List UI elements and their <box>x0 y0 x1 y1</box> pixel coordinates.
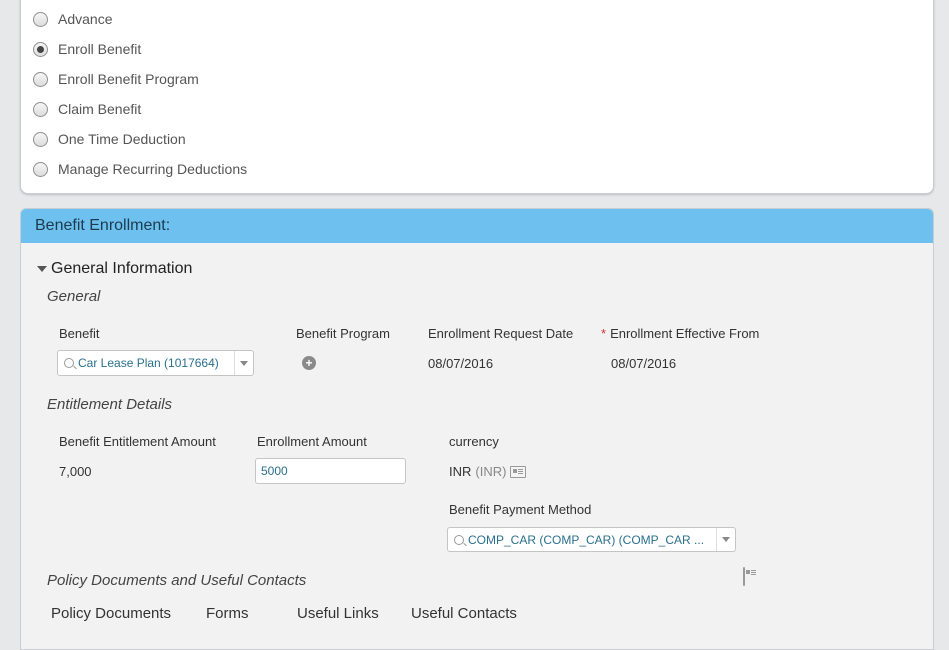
details-card-icon[interactable] <box>743 567 745 586</box>
general-information-toggle[interactable]: General Information <box>37 260 192 278</box>
option-label: Enroll Benefit <box>58 41 142 57</box>
benefit-label: Benefit <box>59 326 100 341</box>
chevron-down-icon[interactable] <box>234 351 253 375</box>
effective-from-value: 08/07/2016 <box>611 356 677 371</box>
radio-button[interactable] <box>33 101 48 117</box>
chevron-down-icon[interactable] <box>716 528 735 551</box>
payment-method-value: COMP_CAR (COMP_CAR) (COMP_CAR ... <box>468 532 705 547</box>
radio-button[interactable] <box>33 131 48 147</box>
general-subtitle: General <box>47 288 101 305</box>
action-options-card: Advance Enroll Benefit Enroll Benefit Pr… <box>20 0 934 194</box>
entitlement-amount-label: Benefit Entitlement Amount <box>59 434 216 449</box>
benefit-program-label: Benefit Program <box>296 326 390 341</box>
currency-value: INR (INR) <box>449 464 527 479</box>
benefit-combobox[interactable]: Car Lease Plan (1017664) <box>57 350 254 376</box>
request-date-value: 08/07/2016 <box>428 356 494 371</box>
tab-policy-documents[interactable]: Policy Documents <box>51 605 171 622</box>
currency-label: currency <box>449 434 499 449</box>
collapse-triangle-icon[interactable] <box>37 266 47 272</box>
option-label: Advance <box>58 11 113 27</box>
request-date-label: Enrollment Request Date <box>428 326 574 341</box>
tab-forms[interactable]: Forms <box>206 605 249 622</box>
radio-button[interactable] <box>33 71 48 87</box>
entitlement-subtitle: Entitlement Details <box>47 396 173 413</box>
benefit-enrollment-panel: Benefit Enrollment: General Information … <box>20 208 934 650</box>
payment-method-combobox[interactable]: COMP_CAR (COMP_CAR) (COMP_CAR ... <box>447 527 736 552</box>
payment-method-label: Benefit Payment Method <box>449 502 592 517</box>
currency-detail: (INR) <box>475 464 507 479</box>
search-icon <box>454 534 464 545</box>
radio-button[interactable] <box>33 161 48 177</box>
required-asterisk: * <box>601 326 607 341</box>
entitlement-amount-value: 7,000 <box>59 464 92 479</box>
option-label: Claim Benefit <box>58 101 142 117</box>
option-advance[interactable]: Advance <box>33 8 112 30</box>
option-claim-benefit[interactable]: Claim Benefit <box>33 98 141 120</box>
option-enroll-benefit-program[interactable]: Enroll Benefit Program <box>33 68 199 90</box>
policy-subtitle: Policy Documents and Useful Contacts <box>47 572 307 589</box>
option-label: One Time Deduction <box>58 131 186 147</box>
radio-button-selected[interactable] <box>33 41 48 57</box>
option-enroll-benefit[interactable]: Enroll Benefit <box>33 38 141 60</box>
radio-button[interactable] <box>33 11 48 27</box>
option-manage-recurring-deductions[interactable]: Manage Recurring Deductions <box>33 158 247 180</box>
option-one-time-deduction[interactable]: One Time Deduction <box>33 128 186 150</box>
enrollment-amount-label: Enrollment Amount <box>257 434 367 449</box>
tab-useful-contacts[interactable]: Useful Contacts <box>411 605 517 622</box>
tab-useful-links[interactable]: Useful Links <box>297 605 379 622</box>
add-icon[interactable]: + <box>302 356 316 370</box>
effective-from-label: Enrollment Effective From <box>610 326 760 341</box>
benefit-value: Car Lease Plan (1017664) <box>78 356 219 370</box>
option-label: Manage Recurring Deductions <box>58 161 248 177</box>
section-title: General Information <box>51 260 193 277</box>
panel-title: Benefit Enrollment: <box>21 209 933 243</box>
enrollment-amount-input[interactable]: 5000 <box>255 458 406 484</box>
details-card-icon[interactable] <box>510 465 527 478</box>
currency-code: INR <box>449 464 472 479</box>
effective-from-label-wrap: * Enrollment Effective From <box>601 326 759 341</box>
option-label: Enroll Benefit Program <box>58 71 199 87</box>
search-icon <box>64 358 74 368</box>
